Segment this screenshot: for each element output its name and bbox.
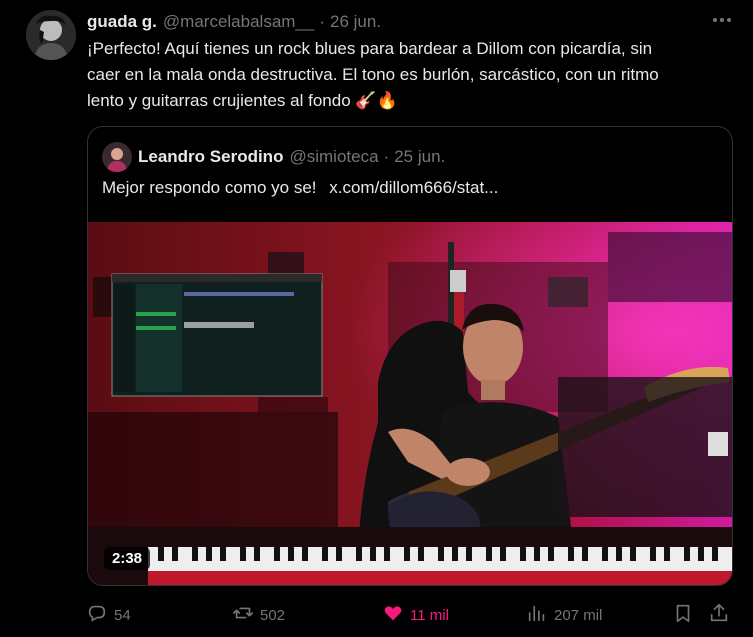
views-icon: [526, 602, 548, 628]
quote-avatar[interactable]: [102, 142, 132, 172]
views-button[interactable]: 207 mil: [526, 600, 602, 630]
repost-icon: [232, 602, 254, 628]
quote-author-handle[interactable]: @simioteca: [289, 147, 378, 167]
quote-header: Leandro Serodino @simioteca · 25 jun.: [102, 141, 445, 173]
repost-count: 502: [260, 606, 286, 624]
bookmark-button[interactable]: [672, 600, 694, 630]
bookmark-icon: [672, 602, 694, 628]
more-icon[interactable]: [708, 8, 736, 32]
like-button[interactable]: 11 mil: [382, 600, 449, 630]
author-name[interactable]: guada g.: [87, 12, 157, 32]
tweet[interactable]: guada g. @marcelabalsam__ · 26 jun. ¡Per…: [0, 0, 753, 637]
tweet-header: guada g. @marcelabalsam__ · 26 jun.: [87, 11, 693, 33]
repost-button[interactable]: 502: [232, 600, 285, 630]
reply-count: 54: [114, 606, 131, 624]
quote-link[interactable]: x.com/dillom666/stat...: [329, 178, 498, 197]
author-handle[interactable]: @marcelabalsam__: [163, 12, 314, 32]
separator-dot: ·: [319, 12, 326, 31]
video-player[interactable]: 2:38: [88, 222, 732, 585]
like-count: 11 mil: [410, 606, 449, 624]
views-count: 207 mil: [554, 606, 603, 624]
share-button[interactable]: [708, 600, 730, 630]
tweet-text: ¡Perfecto! Aquí tienes un rock blues par…: [87, 36, 739, 114]
author-avatar[interactable]: [26, 10, 76, 60]
quote-text: Mejor respondo como yo se!: [102, 178, 317, 197]
quote-author-name[interactable]: Leandro Serodino: [138, 147, 283, 167]
reply-icon: [86, 602, 108, 628]
quote-text-row: Mejor respondo como yo se! x.com/dillom6…: [102, 178, 498, 198]
video-duration: 2:38: [104, 547, 151, 570]
quoted-tweet[interactable]: Leandro Serodino @simioteca · 25 jun. Me…: [87, 126, 733, 586]
tweet-text-line: ¡Perfecto! Aquí tienes un rock blues par…: [87, 39, 653, 58]
tweet-text-line: lento y guitarras crujientes al fondo 🎸🔥: [87, 91, 398, 110]
like-icon: [382, 602, 404, 628]
quote-date[interactable]: 25 jun.: [394, 147, 445, 167]
share-icon: [708, 602, 730, 628]
video-thumbnail: [88, 222, 732, 585]
tweet-date[interactable]: 26 jun.: [330, 12, 381, 32]
action-bar: 54 502 11 mil 207 mil: [86, 600, 746, 630]
tweet-text-line: caer en la mala onda destructiva. El ton…: [87, 65, 659, 84]
reply-button[interactable]: 54: [86, 600, 131, 630]
separator-dot: ·: [383, 147, 390, 166]
